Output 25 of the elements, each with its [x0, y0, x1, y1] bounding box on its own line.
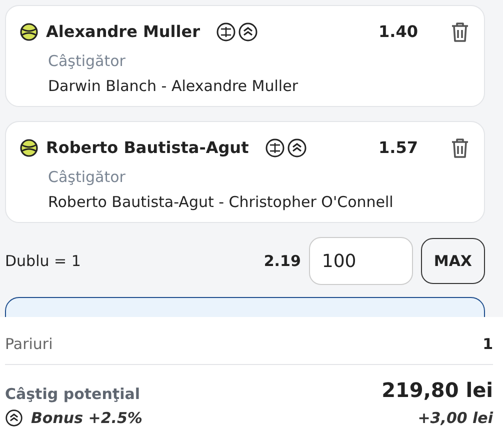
market-name: Câştigător [48, 167, 126, 188]
boost-icon [286, 138, 307, 158]
boost-icon [5, 409, 23, 428]
player-name: Roberto Bautista-Agut [46, 137, 249, 159]
delete-icon[interactable] [450, 137, 470, 159]
potential-win-value: 219,80 lei [382, 377, 493, 404]
delete-icon[interactable] [450, 21, 470, 43]
tennis-ball-icon [20, 23, 38, 41]
total-odds: 2.19 [264, 250, 301, 272]
max-button[interactable]: MAX [420, 238, 485, 284]
tennis-ball-icon [20, 139, 38, 157]
boost-icon [238, 22, 258, 42]
bets-count: 1 [482, 334, 493, 356]
player-name: Alexandre Muller [46, 21, 200, 43]
bonus-value: +3,00 lei [418, 408, 493, 429]
event-name: Darwin Blanch - Alexandre Muller [48, 76, 299, 96]
market-name: Câştigător [48, 51, 126, 72]
bonus-label: Bonus +2.5% [31, 408, 142, 429]
stake-field[interactable]: 100 [308, 237, 413, 285]
event-name: Roberto Bautista-Agut - Christopher O'Connell [48, 192, 394, 212]
odds-value: 1.40 [378, 21, 418, 43]
odds-value: 1.57 [378, 137, 418, 159]
bets-label: Pariuri [5, 334, 53, 356]
potential-win-label: Câştig potenţial [5, 384, 140, 404]
bet-type-label: Dublu = 1 [5, 250, 81, 272]
